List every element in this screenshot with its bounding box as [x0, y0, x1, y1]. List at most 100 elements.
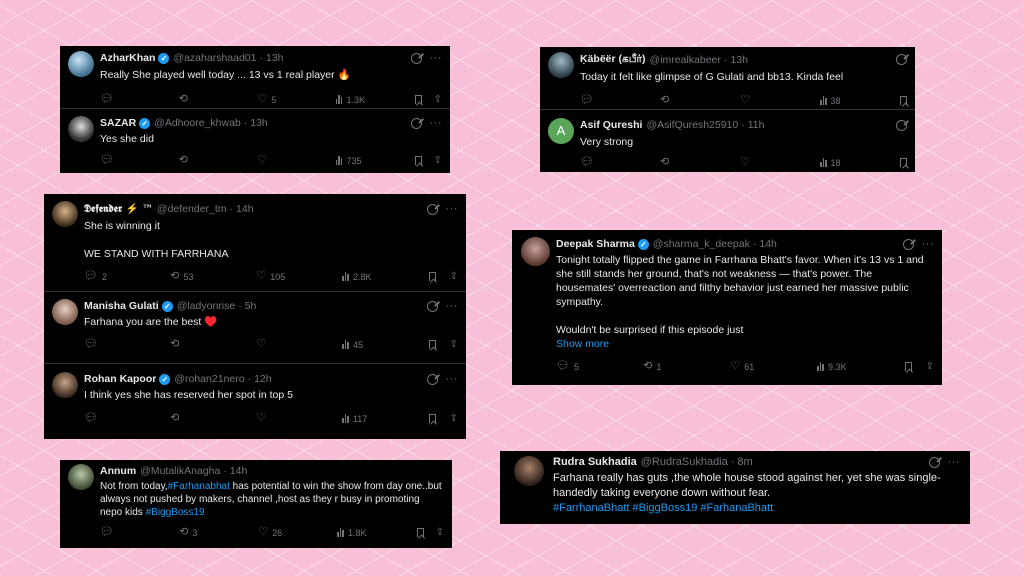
- grok-icon[interactable]: [896, 119, 907, 131]
- retweet-button[interactable]: ⟲: [660, 157, 740, 168]
- avatar[interactable]: [68, 464, 94, 490]
- retweet-button[interactable]: ⟲ 3: [179, 527, 258, 538]
- grok-icon[interactable]: [426, 300, 438, 312]
- avatar[interactable]: [548, 52, 574, 78]
- author-name[interactable]: Rohan Kapoor: [84, 373, 156, 385]
- show-more-link[interactable]: Show more: [556, 337, 934, 351]
- reply-button[interactable]: 💬︎: [84, 339, 170, 350]
- like-button[interactable]: ♡ 5: [257, 94, 336, 105]
- more-options-icon[interactable]: ···: [446, 373, 459, 385]
- timestamp[interactable]: 13h: [266, 52, 284, 64]
- like-button[interactable]: ♡: [740, 157, 820, 168]
- share-icon[interactable]: ⇪: [434, 155, 442, 166]
- share-icon[interactable]: ⇪: [926, 361, 934, 372]
- share-icon[interactable]: ⇪: [450, 339, 458, 350]
- views-button[interactable]: 2.8K: [342, 272, 428, 282]
- timestamp[interactable]: 13h: [730, 54, 748, 66]
- author-name[interactable]: 𝕯𝖊𝖋𝖊𝖓𝖉𝖊𝖗 ⚡ ™: [84, 202, 153, 216]
- author-handle[interactable]: @sharma_k_deepak: [653, 238, 750, 250]
- like-button[interactable]: ♡ 26: [258, 527, 337, 538]
- retweet-button[interactable]: ⟲: [179, 155, 258, 166]
- author-handle[interactable]: @rohan21nero: [174, 373, 244, 385]
- hashtags[interactable]: #FarrhanaBhatt #BiggBoss19 #FarhanaBhatt: [553, 501, 960, 516]
- timestamp[interactable]: 14h: [230, 465, 248, 477]
- tweet-defender[interactable]: 𝕯𝖊𝖋𝖊𝖓𝖉𝖊𝖗 ⚡ ™ @defender_tm · 14h ··· She …: [44, 194, 466, 291]
- timestamp[interactable]: 5h: [245, 300, 257, 312]
- author-name[interactable]: Asif Qureshi: [580, 119, 642, 131]
- avatar[interactable]: [52, 372, 78, 398]
- grok-icon[interactable]: [410, 117, 422, 129]
- views-button[interactable]: 735: [335, 156, 415, 166]
- retweet-button[interactable]: ⟲: [660, 95, 740, 106]
- retweet-button[interactable]: ⟲ 1: [643, 361, 730, 372]
- bookmark-icon[interactable]: [904, 362, 912, 371]
- timestamp[interactable]: 14h: [236, 203, 254, 215]
- views-button[interactable]: 1.3K: [335, 95, 415, 105]
- more-options-icon[interactable]: ···: [922, 238, 935, 250]
- timestamp[interactable]: 11h: [748, 119, 765, 131]
- author-name[interactable]: Ḳäbëër (கபீர்): [580, 53, 646, 66]
- avatar[interactable]: [514, 456, 544, 486]
- bookmark-icon[interactable]: [414, 156, 422, 165]
- more-options-icon[interactable]: ···: [430, 52, 443, 64]
- tweet-asif[interactable]: A Asif Qureshi @AsifQuresh25910 · 11h Ve…: [540, 109, 915, 172]
- author-handle[interactable]: @RudraSukhadia: [641, 456, 728, 468]
- avatar[interactable]: [68, 116, 94, 142]
- avatar[interactable]: [521, 237, 550, 266]
- views-button[interactable]: 18: [820, 158, 900, 168]
- share-icon[interactable]: ⇪: [436, 527, 444, 538]
- tweet-annum[interactable]: Annum @MutalikAnagha · 14h Not from toda…: [60, 460, 452, 548]
- author-name[interactable]: SAZAR: [100, 117, 136, 129]
- grok-icon[interactable]: [410, 52, 422, 64]
- author-name[interactable]: AzharKhan: [100, 52, 155, 64]
- bookmark-icon[interactable]: [416, 528, 424, 537]
- views-button[interactable]: 9.3K: [817, 362, 904, 372]
- avatar[interactable]: [68, 51, 94, 77]
- like-button[interactable]: ♡: [257, 155, 336, 166]
- views-button[interactable]: 1.8K: [337, 528, 416, 538]
- tweet-deepak[interactable]: Deepak Sharma ✓ @sharma_k_deepak · 14h ·…: [512, 230, 942, 385]
- reply-button[interactable]: 💬︎: [100, 94, 179, 105]
- reply-button[interactable]: 💬︎: [84, 413, 170, 424]
- like-button[interactable]: ♡: [256, 413, 342, 424]
- bookmark-icon[interactable]: [900, 158, 907, 167]
- author-name[interactable]: Deepak Sharma: [556, 238, 635, 250]
- timestamp[interactable]: 12h: [254, 373, 272, 385]
- views-button[interactable]: 38: [820, 96, 900, 106]
- grok-icon[interactable]: [902, 238, 914, 250]
- tweet-azharkhan[interactable]: AzharKhan ✓ @azaharshaad01 · 13h ··· Rea…: [60, 46, 450, 108]
- author-handle[interactable]: @MutalikAnagha: [140, 465, 220, 477]
- reply-button[interactable]: 💬︎: [100, 527, 179, 538]
- grok-icon[interactable]: [426, 203, 438, 215]
- views-button[interactable]: 45: [342, 340, 428, 350]
- bookmark-icon[interactable]: [428, 272, 436, 281]
- like-button[interactable]: ♡: [740, 95, 820, 106]
- share-icon[interactable]: ⇪: [450, 271, 458, 282]
- tweet-sazar[interactable]: SAZAR ✓ @Adhoore_khwab · 13h ··· Yes she…: [60, 108, 450, 172]
- author-handle[interactable]: @AsifQuresh25910: [646, 119, 738, 131]
- author-name[interactable]: Rudra Sukhadia: [553, 456, 637, 468]
- avatar[interactable]: A: [548, 118, 574, 144]
- bookmark-icon[interactable]: [428, 414, 436, 423]
- grok-icon[interactable]: [426, 373, 438, 385]
- author-handle[interactable]: @ladyonrise: [177, 300, 236, 312]
- reply-button[interactable]: 💬︎ 2: [84, 271, 170, 282]
- author-name[interactable]: Annum: [100, 465, 136, 477]
- avatar[interactable]: [52, 299, 78, 325]
- more-options-icon[interactable]: ···: [446, 203, 459, 215]
- views-button[interactable]: 117: [342, 414, 428, 424]
- retweet-button[interactable]: ⟲: [179, 94, 258, 105]
- more-options-icon[interactable]: ···: [948, 456, 961, 468]
- reply-button[interactable]: 💬︎: [580, 157, 660, 168]
- more-options-icon[interactable]: ···: [430, 117, 443, 129]
- tweet-manisha[interactable]: Manisha Gulati ✓ @ladyonrise · 5h ··· Fa…: [44, 291, 466, 363]
- author-name[interactable]: Manisha Gulati: [84, 300, 159, 312]
- bookmark-icon[interactable]: [414, 95, 422, 104]
- retweet-button[interactable]: ⟲: [170, 413, 256, 424]
- more-options-icon[interactable]: ···: [446, 300, 459, 312]
- timestamp[interactable]: 13h: [250, 117, 268, 129]
- retweet-button[interactable]: ⟲ 53: [170, 271, 256, 282]
- reply-button[interactable]: 💬︎: [100, 155, 179, 166]
- reply-button[interactable]: 💬︎ 5: [556, 361, 643, 372]
- tweet-rudra[interactable]: Rudra Sukhadia @RudraSukhadia · 8m ··· F…: [500, 451, 970, 524]
